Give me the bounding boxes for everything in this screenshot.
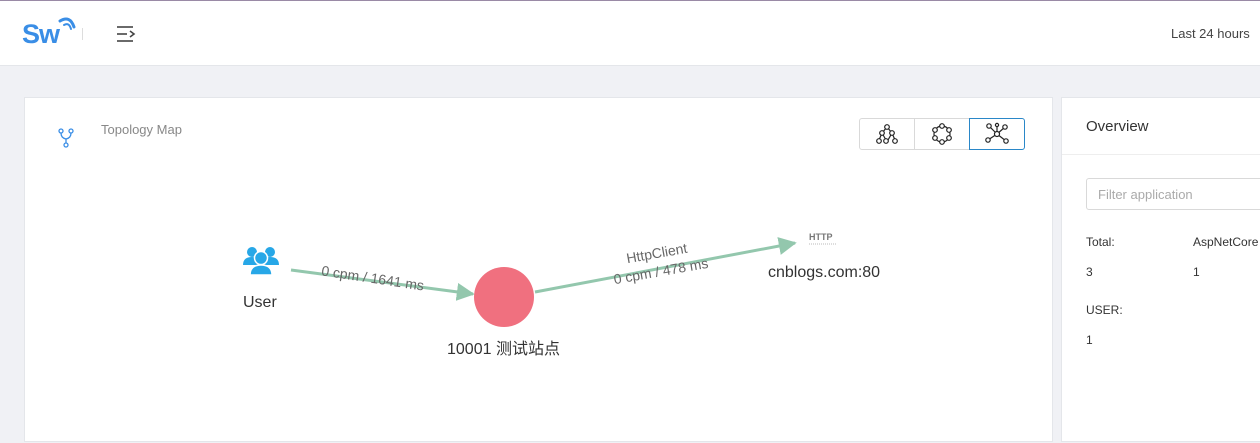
node-label-user: User xyxy=(243,294,277,311)
skywalking-logo[interactable]: Sw xyxy=(22,17,80,53)
overview-title: Overview xyxy=(1086,118,1149,135)
time-range-selector[interactable]: Last 24 hours xyxy=(1171,26,1250,41)
menu-fold-icon xyxy=(117,26,136,42)
logo-swoosh-icon xyxy=(58,17,76,30)
layout-force-button[interactable] xyxy=(969,118,1025,150)
layout-hierarchy-button[interactable] xyxy=(859,118,915,150)
layout-circle-icon xyxy=(932,123,952,145)
stat-aspnetcore-value: 1 xyxy=(1193,265,1200,279)
layout-switcher xyxy=(859,118,1025,150)
app-header: Sw Last 24 hours xyxy=(0,1,1260,66)
node-label-site: 10001 测试站点 xyxy=(447,341,560,358)
layout-hierarchy-icon xyxy=(876,124,898,144)
user-node-icon xyxy=(243,247,279,276)
layout-force-icon xyxy=(985,122,1009,144)
topology-title: Topology Map xyxy=(101,122,182,137)
logo-text: Sw xyxy=(22,19,60,49)
node-label-cnblogs: cnblogs.com:80 xyxy=(768,264,881,281)
http-node-icon: HTTP xyxy=(809,232,833,242)
topology-panel: HTTP Topology Map User 10001 测试站点 cnblog… xyxy=(24,97,1053,442)
filter-application-input[interactable] xyxy=(1086,178,1260,210)
overview-panel: Overview Total: 3 AspNetCore 1 USER: 1 xyxy=(1061,97,1260,442)
stat-total-value: 3 xyxy=(1086,265,1093,279)
stat-user-label: USER: xyxy=(1086,303,1123,317)
stat-user-value: 1 xyxy=(1086,333,1093,347)
service-node-circle xyxy=(474,267,534,327)
menu-fold-button[interactable] xyxy=(114,23,138,45)
topology-branch-icon xyxy=(58,128,74,148)
layout-circle-button[interactable] xyxy=(914,118,970,150)
stat-total-label: Total: xyxy=(1086,235,1115,249)
stat-aspnetcore-label: AspNetCore xyxy=(1193,235,1259,249)
overview-divider xyxy=(1062,154,1260,155)
header-divider xyxy=(82,28,83,40)
